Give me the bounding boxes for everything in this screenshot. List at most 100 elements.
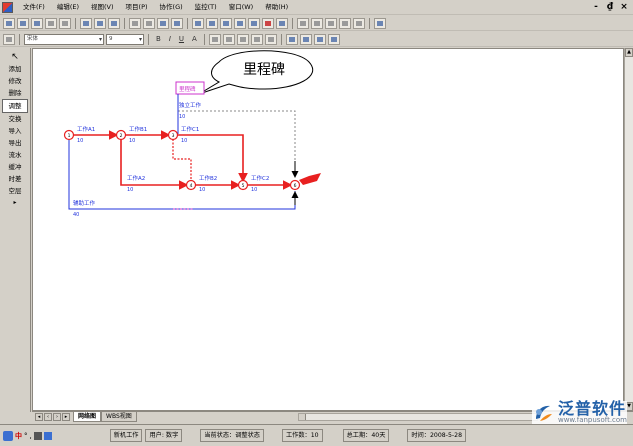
align-center-icon[interactable]	[222, 33, 235, 45]
font-size-select[interactable]: 9	[106, 33, 144, 45]
sidebar-item-buffer[interactable]: 缓冲	[2, 161, 28, 173]
align-right-icon[interactable]	[236, 33, 249, 45]
pointer-tool-icon[interactable]	[3, 33, 15, 45]
sidebar-item-delete[interactable]: 删除	[2, 87, 28, 99]
menu-monitor[interactable]: 监控(T)	[189, 0, 223, 15]
sidebar-item-modify[interactable]: 修改	[2, 75, 28, 87]
tab-network-diagram[interactable]: 网络图	[73, 412, 102, 422]
align-left-icon[interactable]	[208, 33, 221, 45]
tab-wbs-view[interactable]: WBS视图	[101, 412, 137, 422]
menu-window[interactable]: 窗口(W)	[223, 0, 260, 15]
sidebar-item-adjust[interactable]: 调整	[2, 99, 28, 113]
tab-prev-icon[interactable]: ‹	[44, 413, 52, 421]
sidebar-item-import[interactable]: 导入	[2, 125, 28, 137]
restore-button[interactable]: ₫	[605, 1, 615, 13]
ime-punct[interactable]: ,	[30, 432, 32, 440]
node-3[interactable]: 3	[167, 129, 179, 141]
redo-icon[interactable]	[143, 17, 155, 29]
node-4[interactable]: 4	[185, 179, 197, 191]
activity-arrow-auxiliary[interactable]	[68, 139, 296, 210]
scroll-up-icon[interactable]: ▲	[625, 48, 633, 57]
ime-mode[interactable]: 中	[15, 431, 22, 441]
font-color-button[interactable]: A	[189, 35, 200, 43]
chart-icon[interactable]	[297, 17, 309, 29]
table-icon[interactable]	[234, 17, 246, 29]
line-style-icon[interactable]	[250, 33, 263, 45]
menu-file[interactable]: 文件(F)	[17, 0, 51, 15]
menu-bar: 文件(F) 编辑(E) 视图(V) 项目(P) 协作(G) 监控(T) 窗口(W…	[0, 0, 633, 15]
toolbar-separator	[124, 17, 125, 29]
task-duration-b1: 10	[129, 138, 135, 144]
italic-button[interactable]: I	[166, 35, 174, 43]
move-down-icon[interactable]	[327, 33, 340, 45]
task-name-a2: 工作A2	[127, 174, 145, 182]
window-icon[interactable]	[248, 17, 260, 29]
tab-next-icon[interactable]: ›	[53, 413, 61, 421]
ime-toolbar[interactable]: 中 ° ,	[0, 430, 55, 441]
node-2[interactable]: 2	[115, 129, 127, 141]
menu-project[interactable]: 项目(P)	[120, 0, 154, 15]
move-right-icon[interactable]	[299, 33, 312, 45]
sidebar-item-pipeline[interactable]: 流水	[2, 149, 28, 161]
paste-icon[interactable]	[108, 17, 120, 29]
sidebar-item-add[interactable]: 添加	[2, 63, 28, 75]
sidebar-item-empty-layer[interactable]: 空层	[2, 185, 28, 197]
save-icon[interactable]	[31, 17, 43, 29]
grid-icon[interactable]	[192, 17, 204, 29]
task-name-auxiliary: 辅助工作	[73, 199, 96, 207]
move-left-icon[interactable]	[285, 33, 298, 45]
new-icon[interactable]	[3, 17, 15, 29]
options-icon[interactable]	[374, 17, 386, 29]
globe-icon[interactable]	[276, 17, 288, 29]
fill-icon[interactable]	[264, 33, 277, 45]
menu-help[interactable]: 帮助(H)	[259, 0, 294, 15]
task-name-c2: 工作C2	[251, 174, 269, 182]
underline-button[interactable]: U	[176, 35, 187, 43]
preview-icon[interactable]	[59, 17, 71, 29]
ime-logo-icon	[3, 430, 13, 441]
print-icon[interactable]	[45, 17, 57, 29]
flag-icon[interactable]	[262, 17, 274, 29]
tab-last-icon[interactable]: ▸	[62, 413, 70, 421]
task-duration-a2: 10	[127, 187, 133, 193]
menu-edit[interactable]: 编辑(E)	[51, 0, 85, 15]
copy-icon[interactable]	[94, 17, 106, 29]
link-icon[interactable]	[220, 17, 232, 29]
menu-collab[interactable]: 协作(G)	[154, 0, 189, 15]
move-up-icon[interactable]	[313, 33, 326, 45]
horizontal-scrollbar[interactable]	[298, 413, 538, 421]
toolbar-separator	[148, 33, 149, 45]
font-select[interactable]: 宋体	[24, 33, 104, 45]
brand-url: www.fanpusoft.com	[557, 416, 627, 424]
undo-icon[interactable]	[129, 17, 141, 29]
toolbar-separator	[369, 17, 370, 29]
network-diagram-canvas[interactable]: 里程碑 里程碑 独立工作 10 工作A1 10 工作B1 10 工作C1 10 …	[32, 48, 624, 411]
ime-settings-icon[interactable]	[43, 431, 52, 440]
report-icon[interactable]	[353, 17, 365, 29]
ime-width[interactable]: °	[24, 432, 28, 440]
node-6[interactable]: 6	[289, 179, 301, 191]
node-1[interactable]: 1	[63, 129, 75, 141]
cut-icon[interactable]	[80, 17, 92, 29]
layout-icon[interactable]	[206, 17, 218, 29]
gantt-icon[interactable]	[311, 17, 323, 29]
open-icon[interactable]	[17, 17, 29, 29]
sidebar-item-export[interactable]: 导出	[2, 137, 28, 149]
vertical-scrollbar[interactable]: ▲ ▼	[624, 48, 633, 411]
minimize-button[interactable]: -	[591, 1, 601, 13]
sidebar-item-swap[interactable]: 交换	[2, 113, 28, 125]
sidebar-item-float[interactable]: 时差	[2, 173, 28, 185]
node-5[interactable]: 5	[237, 179, 249, 191]
ime-keyboard-icon[interactable]	[33, 431, 42, 440]
svg-text:3: 3	[172, 133, 175, 139]
sidebar-more-icon[interactable]: ▸	[13, 197, 16, 208]
pointer-icon[interactable]: ↖	[11, 52, 19, 63]
find-icon[interactable]	[157, 17, 169, 29]
bold-button[interactable]: B	[153, 35, 164, 43]
resource-icon[interactable]	[339, 17, 351, 29]
close-button[interactable]: ×	[619, 1, 629, 13]
network-icon[interactable]	[325, 17, 337, 29]
menu-view[interactable]: 视图(V)	[85, 0, 120, 15]
zoom-icon[interactable]	[171, 17, 183, 29]
tab-first-icon[interactable]: ◂	[35, 413, 43, 421]
